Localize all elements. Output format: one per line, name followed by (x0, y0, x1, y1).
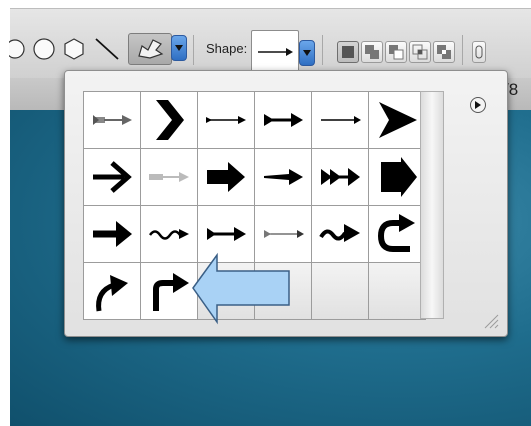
shape-cell[interactable] (255, 92, 311, 148)
arrow-thin-icon (206, 116, 246, 124)
polygon-icon (64, 38, 84, 60)
arrow-feathered-icon (93, 115, 132, 125)
toolbar-divider (462, 35, 463, 65)
ellipse-icon (33, 38, 55, 60)
callout-arrow-icon (192, 252, 290, 325)
link-style-button[interactable] (472, 41, 486, 63)
shape-dropdown-button[interactable] (299, 40, 315, 66)
arrow-curved-right-icon (96, 275, 128, 312)
arrow-double-head-icon (264, 113, 303, 127)
shape-cell[interactable] (141, 92, 197, 148)
shape-cell[interactable] (141, 149, 197, 205)
new-layer-mode-button[interactable] (337, 41, 359, 63)
exclude-mode-button[interactable] (433, 41, 455, 63)
shape-cell[interactable] (84, 206, 140, 262)
arrow-block-icon (207, 162, 245, 192)
shape-cell[interactable] (198, 149, 254, 205)
link-icon (475, 45, 483, 59)
line-icon (95, 38, 119, 60)
toolbar-divider (322, 35, 323, 65)
shape-cell[interactable] (312, 92, 368, 148)
add-shape-icon (365, 45, 379, 59)
arrow-turn-right-icon (153, 273, 189, 311)
shape-label: Shape: (206, 41, 248, 56)
arrow-feathered-light-icon (149, 172, 189, 182)
triangle-down-icon (303, 50, 311, 56)
options-bar: Shape: (8, 8, 531, 79)
arrow-u-turn-icon (377, 214, 415, 252)
arrow-right-icon (258, 48, 293, 56)
shape-cell[interactable] (84, 149, 140, 205)
subtract-shape-icon (389, 45, 404, 60)
picker-menu-button[interactable] (470, 97, 486, 113)
toolbar-divider (193, 35, 194, 65)
arrow-feathered-thin-icon (264, 230, 304, 238)
shape-cell[interactable] (255, 149, 311, 205)
ellipse-tool-button[interactable] (8, 31, 28, 67)
polygon-tool-button[interactable] (60, 31, 88, 67)
shape-cell[interactable] (198, 92, 254, 148)
arrow-squiggle-icon (319, 224, 360, 242)
triangle-down-icon (175, 45, 183, 51)
custom-shape-tool-button[interactable] (128, 33, 172, 65)
empty-cell (312, 263, 368, 319)
custom-shape-icon (138, 39, 164, 59)
arrow-heavy-icon (93, 221, 132, 247)
shape-cell[interactable] (369, 206, 425, 262)
arrow-pentagon-icon (381, 157, 417, 197)
add-mode-button[interactable] (361, 41, 383, 63)
empty-cell (369, 263, 425, 319)
shape-cell[interactable] (369, 92, 425, 148)
exclude-shape-icon (437, 45, 451, 59)
triangle-right-icon (475, 101, 481, 109)
custom-shape-dropdown[interactable] (171, 35, 187, 61)
ellipse-tool-2-button[interactable] (30, 31, 58, 67)
ellipse-icon (9, 39, 25, 59)
arrowhead-icon (379, 102, 417, 138)
arrow-bold-icon (93, 161, 132, 193)
intersect-mode-button[interactable] (409, 41, 431, 63)
shape-cell[interactable] (141, 206, 197, 262)
picker-scrollbar[interactable] (420, 91, 444, 319)
line-tool-button[interactable] (90, 31, 124, 67)
shape-cell[interactable] (141, 263, 197, 319)
resize-grip-icon[interactable] (481, 311, 499, 329)
subtract-mode-button[interactable] (385, 41, 407, 63)
arrow-triple-head-icon (321, 168, 360, 186)
arrow-tapered-icon (264, 169, 303, 185)
chevron-icon (156, 100, 184, 140)
shape-cell[interactable] (84, 263, 140, 319)
intersect-shape-icon (412, 44, 428, 60)
arrow-crossed-icon (207, 227, 246, 241)
shape-cell[interactable] (312, 149, 368, 205)
arrow-wavy-icon (148, 229, 189, 240)
shape-cell[interactable] (84, 92, 140, 148)
square-icon (342, 46, 354, 58)
shape-cell[interactable] (369, 149, 425, 205)
shape-cell[interactable] (312, 206, 368, 262)
arrow-simple-icon (321, 116, 361, 124)
